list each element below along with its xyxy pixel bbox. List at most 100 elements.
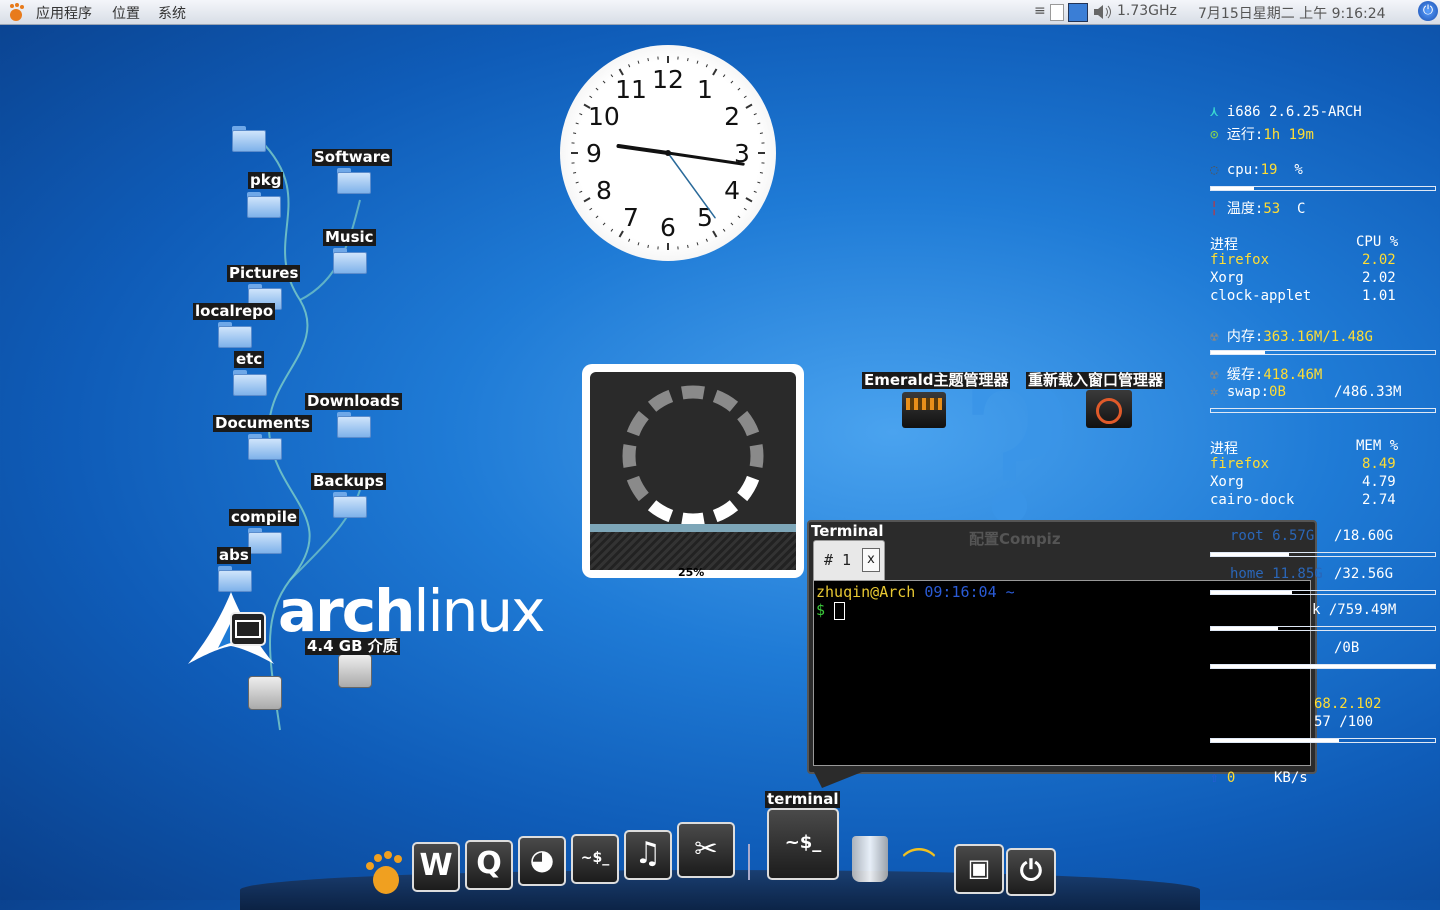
kernel-row: ⋏ i686 2.6.25-ARCH <box>1210 104 1362 120</box>
terminal-dock-icon-active[interactable]: ~$_ <box>767 808 839 880</box>
spinner-segment <box>633 478 644 497</box>
mem-proc-val: 4.79 <box>1362 474 1396 490</box>
genie-lamp-icon[interactable]: ⌒ <box>902 848 950 884</box>
spinner-icon <box>590 372 796 532</box>
folder-icon[interactable] <box>337 412 371 438</box>
folder-icon[interactable] <box>333 248 367 274</box>
temp-row: ╎ 温度:53 C <box>1210 198 1305 218</box>
folder-icon[interactable] <box>248 434 282 460</box>
close-icon[interactable]: x <box>862 548 880 572</box>
mem-proc-val: 8.49 <box>1362 456 1396 472</box>
desktop-icon-label-pkg[interactable]: pkg <box>248 172 283 189</box>
folder-icon[interactable] <box>218 566 252 592</box>
swap-row: ✲ swap:0B <box>1210 384 1286 400</box>
folder-icon[interactable] <box>333 492 367 518</box>
desktop-icon-label-compile[interactable]: compile <box>229 509 299 526</box>
desktop-icon-label-backups[interactable]: Backups <box>311 473 386 490</box>
clock-tick <box>584 198 590 202</box>
clock-center <box>665 150 671 156</box>
desktop-icon-label-software[interactable]: Software <box>312 149 392 166</box>
second-hand <box>668 153 715 218</box>
volume-icon[interactable] <box>1092 3 1114 21</box>
terminal-window[interactable]: Terminal 配置Compiz # 1 x zhuqin@Arch 09:1… <box>807 520 1317 774</box>
shutdown-icon[interactable]: ⏻ <box>1418 1 1438 21</box>
desktop-icon-label-etc[interactable]: etc <box>234 351 264 368</box>
clock-tick <box>697 61 698 64</box>
cpu-proc-name: clock-applet <box>1210 288 1311 304</box>
spinner-segment <box>715 505 734 516</box>
menu-applications[interactable]: 应用程序 <box>36 3 92 23</box>
cpu-proc-val: 1.01 <box>1362 288 1396 304</box>
clock-tick <box>579 191 582 192</box>
clock-tick <box>573 133 576 134</box>
folder-icon[interactable] <box>233 370 267 396</box>
clock-tick <box>746 198 752 202</box>
folder-icon[interactable] <box>247 192 281 218</box>
disk3-total: k /759.49M <box>1312 602 1396 618</box>
hard-drive-icon[interactable] <box>248 676 282 710</box>
terminal-input-line: $ <box>816 601 845 620</box>
cpu-bar <box>1210 186 1436 191</box>
clock-datetime[interactable]: 7月15日星期二 上午 9:16:24 <box>1198 3 1386 23</box>
clock-tick <box>760 173 763 174</box>
system-monitor-dock-icon[interactable]: ▣ <box>954 844 1004 894</box>
clock-tick <box>603 223 605 225</box>
clipboard-icon[interactable] <box>1050 4 1064 21</box>
terminal-title: Terminal <box>811 522 884 540</box>
desktop-icon-label-localrepo[interactable]: localrepo <box>193 303 275 320</box>
disk4-total: /0B <box>1334 640 1359 656</box>
wiki-launcher-icon[interactable]: W <box>412 842 460 892</box>
reload-wm-launcher-label[interactable]: 重新载入窗口管理器 <box>1026 372 1165 389</box>
mem-proc-name: firefox <box>1210 456 1269 472</box>
reload-wm-icon[interactable] <box>1086 390 1132 428</box>
net-up-row: ⇧ 0 <box>1210 770 1235 786</box>
gnome-foot-icon[interactable] <box>6 2 28 22</box>
home-disk-label: home 11.85G <box>1230 566 1323 582</box>
clock-tick <box>760 133 763 134</box>
computer-icon[interactable] <box>230 612 266 646</box>
gimp-launcher-icon[interactable]: ✂ <box>677 822 735 878</box>
compiz-config-label[interactable]: 配置Compiz <box>969 528 1061 549</box>
folder-icon[interactable] <box>337 168 371 194</box>
music-launcher-icon[interactable]: ♫ <box>624 830 672 880</box>
net-unit: KB/s <box>1274 770 1308 786</box>
media-drive-icon[interactable] <box>338 654 372 688</box>
clock-tick <box>648 58 649 61</box>
hour-hand <box>618 146 668 153</box>
clock-tick <box>638 242 639 245</box>
desktop-icon-label-documents[interactable]: Documents <box>213 415 312 432</box>
swap-bar <box>1210 408 1436 413</box>
dock-active-label: terminal <box>765 791 840 808</box>
gnome-foot-dock-icon[interactable] <box>362 850 406 896</box>
arch-icon: ⋏ <box>1210 104 1218 120</box>
desktop-icon-label-music[interactable]: Music <box>323 229 376 246</box>
menu-places[interactable]: 位置 <box>112 3 140 23</box>
clock-numeral: 1 <box>697 75 713 104</box>
folder-icon[interactable] <box>248 528 282 554</box>
progress-track <box>590 524 796 532</box>
memory-icon: ☢ <box>1210 329 1218 345</box>
desktop-icon-label-media[interactable]: 4.4 GB 介质 <box>305 638 400 655</box>
desktop-icon-label-abs[interactable]: abs <box>217 547 251 564</box>
clock-tick <box>590 208 592 210</box>
qq-launcher-icon[interactable]: Q <box>465 840 513 890</box>
firefox-launcher-icon[interactable]: ◕ <box>518 836 566 886</box>
terminal-launcher-icon[interactable]: ~$_ <box>571 834 619 884</box>
folder-icon[interactable] <box>218 322 252 348</box>
emerald-theme-icon[interactable] <box>902 392 946 428</box>
desktop-icon-label-pictures[interactable]: Pictures <box>227 265 300 282</box>
terminal-tab[interactable]: # 1 x <box>813 540 885 582</box>
clock-tick <box>590 96 592 98</box>
folder-icon[interactable] <box>232 126 266 152</box>
logout-dock-icon[interactable]: ⏻ <box>1006 848 1056 896</box>
emerald-launcher-label[interactable]: Emerald主题管理器 <box>862 372 1010 389</box>
clock-tick <box>579 114 582 115</box>
menu-system[interactable]: 系统 <box>158 3 186 23</box>
top-panel: 应用程序 位置 系统 ≡ 1.73GHz 7月15日星期二 上午 9:16:24… <box>0 0 1440 25</box>
screenshot-icon[interactable] <box>1068 3 1088 22</box>
list-icon[interactable]: ≡ <box>1034 3 1046 19</box>
swap-icon: ✲ <box>1210 384 1218 400</box>
desktop-icon-label-downloads[interactable]: Downloads <box>305 393 402 410</box>
cpu-proc-val: 2.02 <box>1362 270 1396 286</box>
trash-icon[interactable] <box>852 836 888 882</box>
